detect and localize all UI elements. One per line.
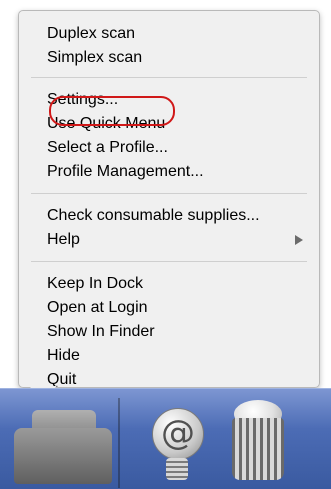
menu-separator: [31, 77, 307, 78]
dock-context-menu: Duplex scan Simplex scan Settings... Use…: [18, 10, 320, 388]
mail-spring: [166, 458, 188, 480]
menu-item-simplex-scan[interactable]: Simplex scan: [47, 47, 311, 69]
scanner-body: [14, 428, 112, 484]
mail-disc: @: [152, 408, 204, 460]
mail-icon[interactable]: @: [150, 408, 204, 480]
submenu-arrow-icon: [295, 235, 303, 245]
menu-item-open-at-login[interactable]: Open at Login: [47, 297, 311, 319]
menu-item-help[interactable]: Help: [47, 229, 311, 251]
scanner-app-icon[interactable]: [8, 410, 118, 488]
menu-item-profile-management[interactable]: Profile Management...: [47, 161, 311, 183]
menu-item-hide[interactable]: Hide: [47, 345, 311, 367]
menu-item-duplex-scan[interactable]: Duplex scan: [47, 23, 311, 45]
dock-divider: [118, 398, 120, 488]
menu-item-show-in-finder[interactable]: Show In Finder: [47, 321, 311, 343]
menu-separator: [31, 261, 307, 262]
dock: @: [0, 388, 331, 489]
menu-separator: [31, 193, 307, 194]
menu-item-help-label: Help: [47, 231, 80, 248]
trash-icon[interactable]: [228, 400, 288, 480]
menu-item-select-profile[interactable]: Select a Profile...: [47, 137, 311, 159]
trash-bin: [232, 418, 284, 480]
menu-item-check-consumables[interactable]: Check consumable supplies...: [47, 205, 311, 227]
menu-item-keep-in-dock[interactable]: Keep In Dock: [47, 273, 311, 295]
settings-highlight-annotation: [49, 96, 175, 126]
